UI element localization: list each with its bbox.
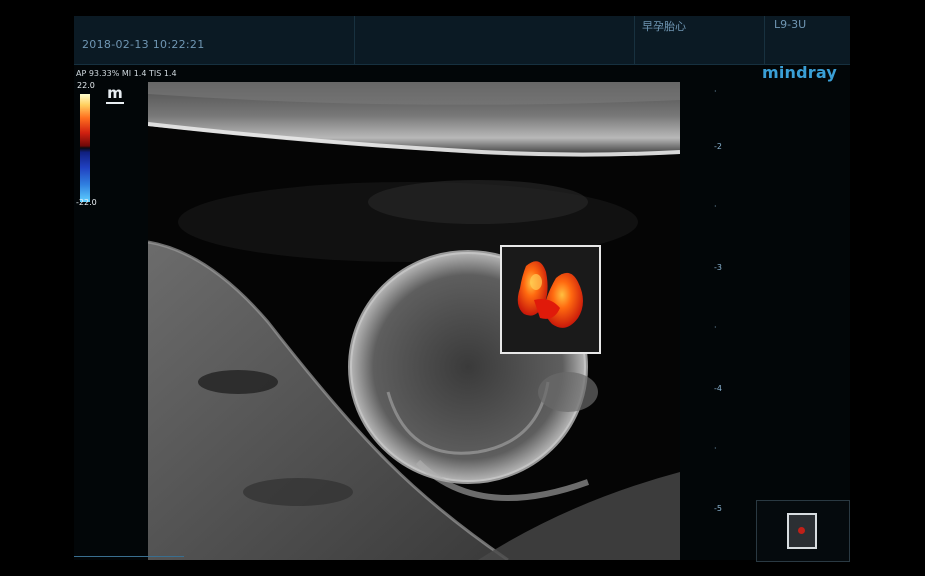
color-scale-max: 22.0: [77, 81, 95, 90]
thumbnail-image[interactable]: [787, 513, 817, 549]
header-divider: [764, 16, 765, 64]
depth-minor-tick: ·: [714, 202, 717, 211]
depth-tick: -5: [714, 504, 722, 513]
color-scale-min: -22.0: [76, 198, 97, 207]
thumbnail-panel[interactable]: [756, 500, 850, 562]
probe-name[interactable]: L9-3U: [774, 18, 806, 31]
thumbnail-flow: [798, 527, 805, 534]
depth-tick: -4: [714, 384, 722, 393]
depth-tick: -3: [714, 263, 722, 272]
color-velocity-scale: [80, 94, 90, 202]
depth-scale: · -2 · -3 · -4 · -5: [714, 82, 744, 560]
depth-tick: -2: [714, 142, 722, 151]
depth-minor-tick: ·: [714, 444, 717, 453]
brand-logo: mindray: [762, 63, 838, 82]
header-divider: [634, 16, 635, 64]
ultrasound-image[interactable]: [148, 82, 680, 560]
depth-minor-tick: ·: [714, 87, 717, 96]
depth-minor-tick: ·: [714, 323, 717, 332]
exam-preset[interactable]: 早孕胎心: [642, 18, 686, 34]
progress-line: [74, 556, 184, 557]
exam-datetime: 2018-02-13 10:22:21: [82, 38, 205, 51]
ultrasound-screen: 2018-02-13 10:22:21 早孕胎心 L9-3U mindray A…: [74, 16, 850, 562]
acoustic-params: AP 93.33% MI 1.4 TIS 1.4: [76, 69, 177, 78]
m-icon[interactable]: m: [106, 86, 124, 104]
header-divider: [354, 16, 355, 64]
ultrasound-scan: [148, 82, 680, 560]
header-bar: 2018-02-13 10:22:21 早孕胎心 L9-3U: [74, 16, 850, 65]
